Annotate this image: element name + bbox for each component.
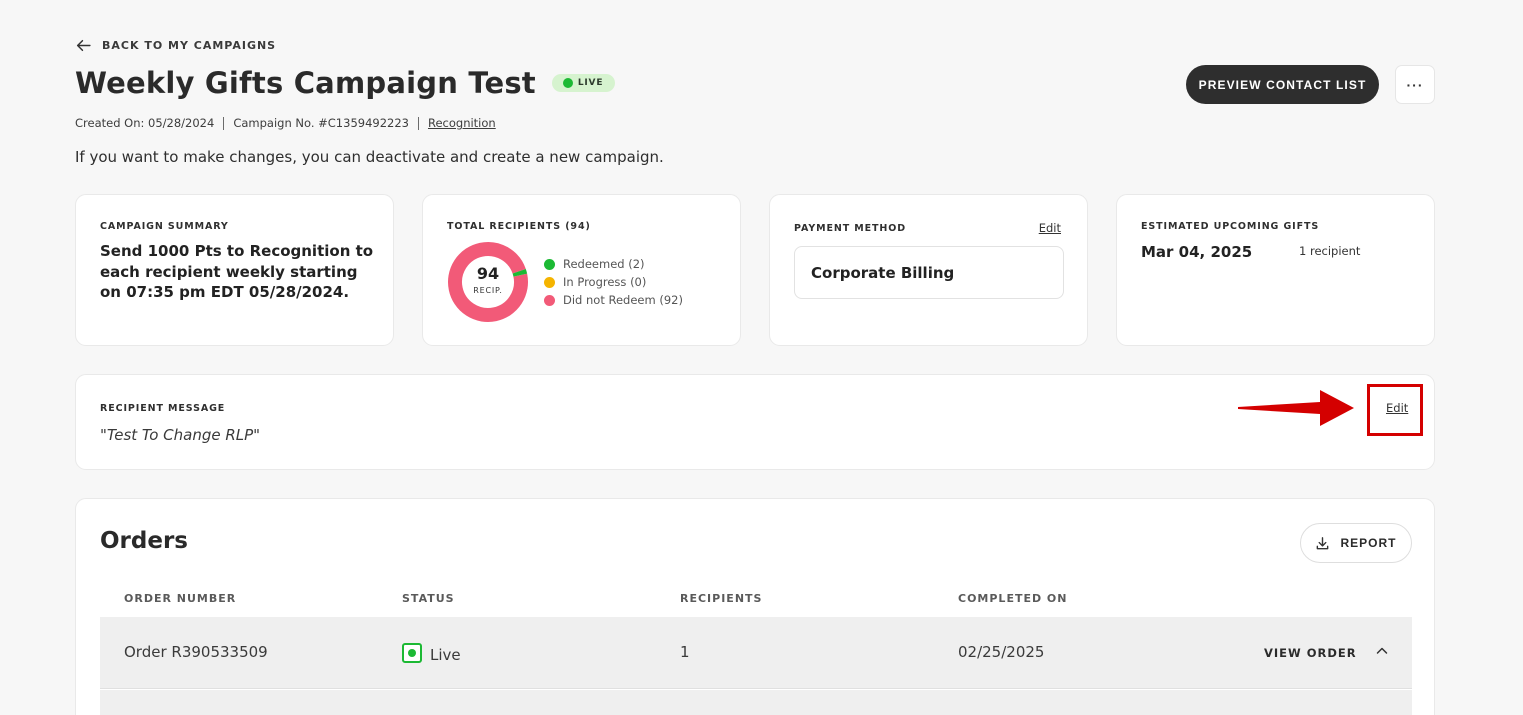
category-link[interactable]: Recognition [428,116,496,130]
recipient-message-text: "Test To Change RLP" [100,426,261,444]
campaign-detail-page: BACK TO MY CAMPAIGNS Weekly Gifts Campai… [0,0,1523,715]
ellipsis-icon: ··· [1406,76,1424,93]
legend-swatch [544,258,555,270]
preview-contact-list-button[interactable]: PREVIEW CONTACT LIST [1186,65,1379,104]
legend-swatch [544,276,555,288]
order-number-cell: Order R390533509 [124,643,268,661]
campaign-summary-card: CAMPAIGN SUMMARY Send 1000 Pts to Recogn… [75,194,394,346]
payment-method-card: PAYMENT METHOD Edit Corporate Billing [769,194,1088,346]
status-badge-label: LIVE [577,78,604,88]
annotation-highlight-box [1367,384,1423,436]
orders-title: Orders [100,528,188,554]
status-label: Live [430,646,461,664]
recipients-legend: Redeemed (2) In Progress (0) Did not Red… [544,255,683,309]
completed-on-cell: 02/25/2025 [958,643,1045,661]
view-order-link[interactable]: VIEW ORDER [1264,646,1357,660]
page-title: Weekly Gifts Campaign Test [75,66,536,100]
title-row: Weekly Gifts Campaign Test LIVE [75,66,616,100]
legend-swatch [544,294,555,306]
expanded-row-area [100,690,1412,715]
legend-label: Did not Redeem (92) [563,293,683,307]
meta-divider [417,116,419,130]
campaign-summary-text: Send 1000 Pts to Recognition to each rec… [100,242,374,301]
total-recipients-label: TOTAL RECIPIENTS (94) [447,221,591,232]
column-header-recipients: RECIPIENTS [680,592,763,605]
donut-total-label: RECIP. [473,286,503,295]
table-row[interactable]: Order R390533509 Live 1 02/25/2025 VIEW … [100,617,1412,689]
deactivate-info-text: If you want to make changes, you can dea… [75,148,664,166]
campaign-number-text: Campaign No. #C1359492223 [233,116,409,130]
column-header-order-number: ORDER NUMBER [124,592,237,605]
annotation-arrow-icon [1238,390,1354,426]
upcoming-gift-date: Mar 04, 2025 [1141,243,1253,261]
payment-edit-link[interactable]: Edit [1039,221,1061,235]
recipient-message-card: RECIPIENT MESSAGE "Test To Change RLP" E… [75,374,1435,470]
upcoming-gift-count: 1 recipient [1299,244,1361,258]
payment-method-value: Corporate Billing [794,246,1064,299]
column-header-status: STATUS [402,592,455,605]
created-on-text: Created On: 05/28/2024 [75,116,215,130]
legend-label: Redeemed (2) [563,257,645,271]
back-to-campaigns-link[interactable]: BACK TO MY CAMPAIGNS [75,37,276,54]
upcoming-gifts-card: ESTIMATED UPCOMING GIFTS Mar 04, 2025 1 … [1116,194,1435,346]
report-button[interactable]: REPORT [1300,523,1412,563]
status-badge: LIVE [551,74,616,92]
meta-divider [223,116,225,130]
campaign-summary-label: CAMPAIGN SUMMARY [100,221,229,232]
back-link-label: BACK TO MY CAMPAIGNS [102,39,277,52]
total-recipients-card: TOTAL RECIPIENTS (94) 94 RECIP. Redeemed… [422,194,741,346]
orders-card: Orders REPORT ORDER NUMBER STATUS RECIPI… [75,498,1435,715]
more-options-button[interactable]: ··· [1395,65,1435,104]
campaign-meta: Created On: 05/28/2024 Campaign No. #C13… [75,116,496,130]
upcoming-gifts-label: ESTIMATED UPCOMING GIFTS [1141,221,1320,232]
chevron-up-icon[interactable] [1374,643,1390,659]
recipients-cell: 1 [680,643,690,661]
recipient-message-label: RECIPIENT MESSAGE [100,403,226,414]
donut-total: 94 [476,264,500,283]
payment-method-label: PAYMENT METHOD [794,223,907,234]
legend-label: In Progress (0) [563,275,647,289]
live-dot-icon [562,78,573,88]
arrow-left-icon [76,39,91,52]
column-header-completed-on: COMPLETED ON [958,592,1068,605]
legend-item-redeemed: Redeemed (2) [544,255,683,273]
legend-item-did-not-redeem: Did not Redeem (92) [544,291,683,309]
live-status-icon [402,643,422,663]
report-button-label: REPORT [1340,536,1397,550]
legend-item-in-progress: In Progress (0) [544,273,683,291]
download-icon [1317,536,1329,549]
status-cell: Live [402,643,461,664]
